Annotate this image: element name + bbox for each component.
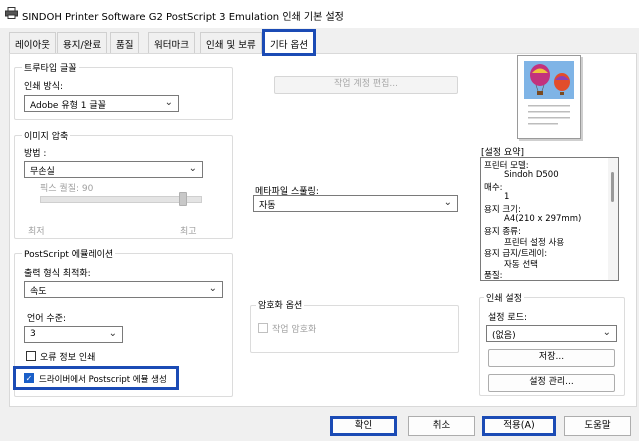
postscript-group-label: PostScript 에뮬레이션 (22, 247, 116, 260)
job-encryption-checkbox[interactable] (258, 323, 268, 333)
output-optimize-dropdown[interactable]: 속도 ⌄ (24, 281, 223, 298)
chevron-down-icon: ⌄ (443, 197, 452, 208)
summary-line: Sindoh D500 (504, 170, 559, 180)
tab-paper-finishing[interactable]: 용지/완료 (57, 32, 108, 53)
metafile-spooling-dropdown[interactable]: 자동 ⌄ (253, 195, 458, 212)
summary-line: 품질: (484, 271, 503, 281)
language-level-dropdown[interactable]: 3 ⌄ (24, 326, 123, 343)
load-settings-dropdown[interactable]: (없음) ⌄ (486, 325, 617, 342)
language-level-value: 3 (30, 329, 36, 339)
jpeg-quality-slider-thumb[interactable] (178, 192, 187, 206)
chevron-down-icon: ⌄ (208, 283, 217, 294)
save-settings-button[interactable]: 저장... (488, 349, 615, 367)
compression-method-label: 방법 : (24, 149, 47, 159)
summary-line: 1 (504, 192, 510, 202)
print-method-dropdown[interactable]: Adobe 유형 1 글꼴 ⌄ (24, 95, 179, 112)
tab-quality[interactable]: 품질 (110, 32, 140, 53)
compression-method-value: 무손실 (30, 167, 55, 177)
load-settings-value: (없음) (492, 331, 516, 341)
encryption-group-label: 암호화 옵션 (256, 298, 305, 311)
print-method-label: 인쇄 방식: (24, 82, 64, 92)
tab-layout[interactable]: 레이아웃 (9, 32, 56, 53)
edit-job-account-button[interactable]: 작업 계정 편집... (274, 76, 458, 94)
job-encryption-label: 작업 암호화 (272, 325, 317, 335)
window-title: SINDOH Printer Software G2 PostScript 3 … (22, 12, 344, 23)
print-method-value: Adobe 유형 1 글꼴 (30, 101, 106, 111)
settings-summary-list[interactable]: 프린터 모델: Sindoh D500 매수: 1 용지 크기: A4(210 … (480, 157, 619, 281)
output-optimize-value: 속도 (30, 287, 47, 297)
print-error-info-checkbox[interactable] (26, 351, 36, 361)
driver-error-label: 드라이버에서 Postscript 에뮬 생성 (39, 375, 167, 385)
printer-app-icon (5, 7, 18, 19)
summary-scrollbar-thumb[interactable] (611, 172, 614, 202)
print-settings-group-label: 인쇄 설정 (484, 291, 524, 304)
ok-button[interactable]: 확인 (330, 416, 397, 436)
tab-print-hold[interactable]: 인쇄 및 보류 (200, 32, 262, 53)
checkmark-icon: ✓ (25, 374, 33, 383)
truetype-group-label: 트루타입 글꼴 (22, 61, 79, 74)
slider-min-label: 최저 (28, 227, 45, 237)
chevron-down-icon: ⌄ (602, 327, 611, 338)
summary-line: 자동 선택 (504, 260, 538, 270)
chevron-down-icon: ⌄ (108, 328, 117, 339)
output-optimize-label: 출력 형식 최적화: (24, 269, 91, 279)
compression-method-dropdown[interactable]: 무손실 ⌄ (24, 161, 203, 178)
help-button[interactable]: 도움말 (564, 416, 631, 436)
summary-scrollbar[interactable] (608, 158, 618, 280)
language-level-label: 언어 수준: (27, 314, 67, 324)
tab-other-options[interactable]: 기타 옵션 (262, 29, 316, 56)
chevron-down-icon: ⌄ (164, 97, 173, 108)
page-preview (517, 55, 581, 139)
print-error-info-label: 오류 정보 인쇄 (40, 353, 96, 363)
truetype-group (14, 67, 233, 120)
manage-settings-button[interactable]: 설정 관리... (488, 374, 615, 392)
driver-error-checkbox[interactable]: ✓ (24, 373, 34, 383)
jpeg-quality-slider-track (40, 196, 202, 203)
summary-line: 매수: (484, 183, 503, 193)
jpeg-quality-label: 픽스 퀄질: 90 (40, 184, 94, 194)
cancel-button[interactable]: 취소 (408, 416, 475, 436)
load-settings-label: 설정 로드: (488, 313, 528, 323)
image-compression-group-label: 이미지 압축 (22, 129, 71, 142)
hot-air-balloon-image (524, 61, 574, 125)
chevron-down-icon: ⌄ (188, 163, 197, 174)
summary-line: A4(210 x 297mm) (504, 214, 582, 224)
slider-max-label: 최고 (180, 227, 197, 237)
apply-button[interactable]: 적용(A) (482, 416, 556, 436)
metafile-spooling-value: 자동 (259, 201, 276, 211)
tab-watermark[interactable]: 워터마크 (148, 32, 195, 53)
